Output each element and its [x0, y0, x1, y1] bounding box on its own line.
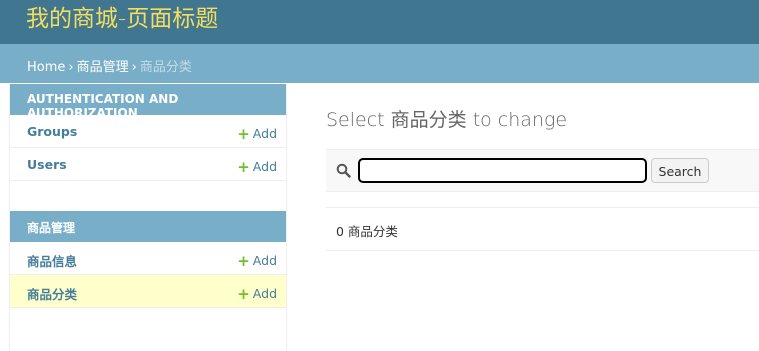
add-label: Add: [252, 159, 277, 174]
module-spacer: [10, 181, 286, 211]
model-row-users: Users + Add: [10, 148, 286, 181]
model-link-goods-info[interactable]: 商品信息: [27, 251, 77, 270]
model-row-groups: Groups + Add: [10, 115, 286, 148]
breadcrumb-separator: ›: [68, 60, 74, 75]
add-goods-category-link[interactable]: + Add: [237, 284, 277, 303]
add-label: Add: [252, 253, 277, 268]
model-row-goods-info: 商品信息 + Add: [10, 242, 286, 275]
add-users-link[interactable]: + Add: [237, 157, 277, 176]
search-input[interactable]: [358, 158, 647, 183]
model-link-groups[interactable]: Groups: [27, 124, 77, 139]
plus-icon: +: [237, 158, 250, 176]
search-icon: [336, 163, 351, 178]
result-count: 0 商品分类: [326, 207, 759, 251]
add-groups-link[interactable]: + Add: [237, 124, 277, 143]
page-title: Select 商品分类 to change: [326, 109, 568, 131]
module-caption-goods[interactable]: 商品管理: [10, 211, 286, 242]
module-caption-auth[interactable]: AUTHENTICATION AND AUTHORIZATION: [10, 84, 286, 120]
add-goods-info-link[interactable]: + Add: [237, 251, 277, 270]
breadcrumb-app-link[interactable]: 商品管理: [77, 60, 129, 75]
breadcrumb: Home › 商品管理 › 商品分类: [0, 44, 759, 83]
breadcrumb-home-link[interactable]: Home: [27, 60, 65, 75]
model-link-goods-category[interactable]: 商品分类: [27, 284, 77, 303]
app-sidebar: AUTHENTICATION AND AUTHORIZATION Groups …: [9, 84, 287, 351]
site-header: 我的商城-页面标题: [0, 0, 759, 44]
plus-icon: +: [237, 125, 250, 143]
add-label: Add: [252, 286, 277, 301]
plus-icon: +: [237, 252, 250, 270]
add-label: Add: [252, 126, 277, 141]
model-row-goods-category: 商品分类 + Add: [10, 275, 286, 308]
breadcrumb-current: 商品分类: [139, 60, 192, 75]
site-brand[interactable]: 我的商城-页面标题: [26, 4, 218, 34]
search-toolbar: Search: [326, 149, 759, 192]
search-button[interactable]: Search: [651, 158, 709, 183]
model-link-users[interactable]: Users: [27, 157, 67, 172]
plus-icon: +: [237, 285, 250, 303]
breadcrumb-separator: ›: [131, 60, 137, 75]
